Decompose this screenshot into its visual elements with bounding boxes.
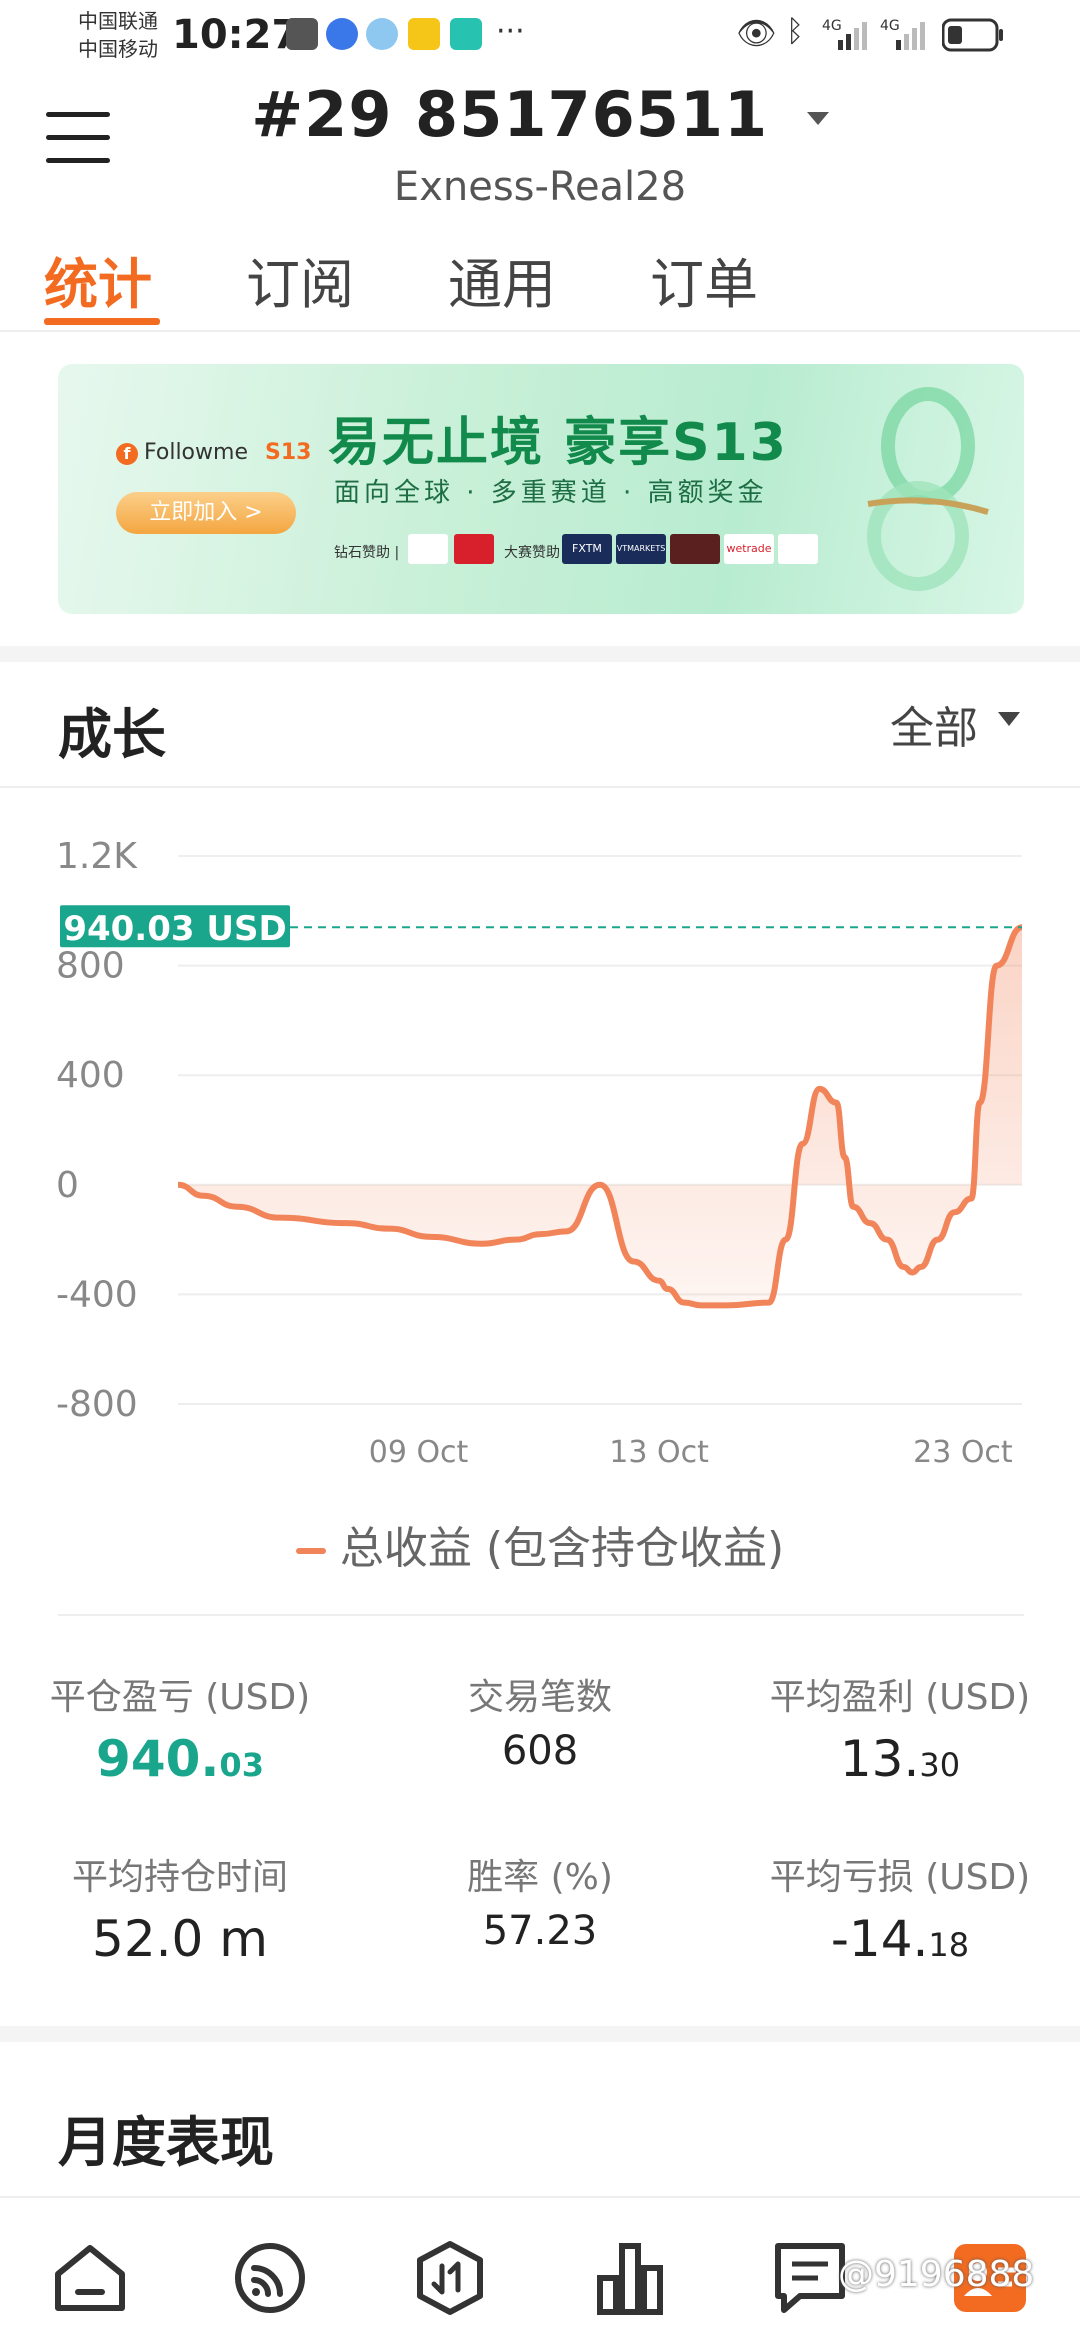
banner-subtitle: 面向全球 · 多重赛道 · 高额奖金 bbox=[334, 478, 768, 508]
stat-label-avg-loss: 平均亏损 (USD) bbox=[769, 1857, 1031, 1898]
divider bbox=[0, 786, 1080, 788]
status-bar: 中国联通 中国移动 10:27 ··· 👁 ᛒ 4G 4G bbox=[0, 0, 1080, 70]
stat-value-win-rate: 57.23 bbox=[482, 1908, 598, 1954]
stat-value-closed-pnl: 940.03 bbox=[96, 1730, 264, 1788]
account-selector[interactable]: #29 85176511 bbox=[0, 78, 1080, 151]
battery-icon bbox=[942, 18, 1003, 52]
signal-icon bbox=[838, 22, 867, 50]
home-icon[interactable] bbox=[50, 2238, 130, 2318]
stat-value-avg-loss: -14.18 bbox=[830, 1910, 970, 1968]
clock: 10:27 bbox=[172, 12, 300, 58]
tab-general[interactable]: 通用 bbox=[448, 240, 556, 319]
watermark: @9196888 bbox=[838, 2254, 1035, 2295]
monthly-performance-title: 月度表现 bbox=[58, 2111, 274, 2174]
carrier-2: 中国移动 bbox=[78, 37, 158, 61]
y-tick-label: 800 bbox=[56, 946, 125, 987]
stat-label-win-rate: 胜率 (%) bbox=[467, 1857, 613, 1898]
tab-stats[interactable]: 统计 bbox=[44, 240, 152, 319]
stat-value-avg-hold-time: 52.0 m bbox=[92, 1910, 268, 1968]
event-sponsor-label: 大赛赞助 | bbox=[504, 545, 569, 561]
account-title: #29 85176511 bbox=[251, 78, 769, 151]
weibo-icon bbox=[408, 18, 440, 50]
more-notifications-icon: ··· bbox=[496, 14, 525, 49]
carrier-1: 中国联通 bbox=[78, 9, 158, 33]
join-button[interactable]: 立即加入 > bbox=[116, 492, 296, 534]
signal-icon-2 bbox=[896, 22, 925, 50]
sponsor-logo bbox=[454, 534, 494, 564]
trophy-eight-icon bbox=[867, 387, 989, 591]
growth-chart[interactable]: 1.2K 800 400 0 -400 -800 09 Oct 13 Oct 23 Oct 940… bbox=[0, 820, 1080, 1480]
y-tick-label: 400 bbox=[56, 1055, 125, 1096]
range-select[interactable]: 全部 bbox=[890, 692, 978, 756]
chart-legend[interactable]: 总收益 (包含持仓收益) bbox=[0, 1512, 1080, 1576]
y-tick-label: -800 bbox=[56, 1384, 138, 1425]
x-tick-label: 13 Oct bbox=[609, 1435, 709, 1470]
sponsor-wetrade: wetrade bbox=[724, 534, 774, 564]
followme-logo: f Followme S13 bbox=[116, 440, 311, 465]
active-tab-indicator bbox=[44, 318, 160, 325]
bluetooth-icon: ᛒ bbox=[786, 14, 804, 49]
legend-swatch bbox=[295, 1548, 326, 1554]
bar-chart-icon[interactable] bbox=[590, 2238, 670, 2318]
signal-feed-icon[interactable] bbox=[230, 2238, 310, 2318]
y-tick-label: 0 bbox=[56, 1165, 79, 1206]
tab-orders[interactable]: 订单 bbox=[650, 240, 758, 319]
stat-label-closed-pnl: 平仓盈亏 (USD) bbox=[49, 1677, 311, 1718]
sponsor-fxtm: FXTM bbox=[562, 534, 612, 564]
banner-headline: 易无止境 豪享S13 bbox=[328, 413, 788, 473]
chevron-down-icon bbox=[806, 112, 829, 126]
sponsor-vtmarkets: VTMARKETS bbox=[616, 534, 666, 564]
weather-icon bbox=[366, 18, 398, 50]
series-line bbox=[177, 924, 1024, 1309]
baidu-icon bbox=[326, 18, 358, 50]
diamond-sponsor-label: 钻石赞助 | bbox=[334, 545, 400, 561]
y-tick-label: -400 bbox=[56, 1274, 138, 1315]
divider bbox=[58, 1614, 1024, 1616]
current-value-label: 940.03 USD bbox=[63, 909, 286, 949]
stat-value-avg-profit: 13.30 bbox=[839, 1730, 961, 1788]
stat-label-trade-count: 交易笔数 bbox=[467, 1677, 612, 1718]
section-gap bbox=[0, 646, 1080, 662]
legend-label: 总收益 (包含持仓收益) bbox=[339, 1523, 785, 1574]
x-tick-label: 23 Oct bbox=[913, 1435, 1013, 1470]
tab-subscribe[interactable]: 订阅 bbox=[246, 240, 354, 319]
section-gap bbox=[0, 2026, 1080, 2042]
app-icon bbox=[450, 18, 482, 50]
tab-divider bbox=[0, 330, 1080, 332]
chevron-down-icon bbox=[998, 712, 1020, 726]
y-tick-label: 1.2K bbox=[56, 836, 138, 877]
wallet-icon bbox=[286, 18, 318, 50]
trade-icon[interactable] bbox=[410, 2238, 490, 2318]
stat-value-trade-count: 608 bbox=[501, 1728, 579, 1774]
promo-banner[interactable]: f Followme S13 易无止境 豪享S13 面向全球 · 多重赛道 · 高… bbox=[58, 364, 1024, 614]
stat-label-avg-hold-time: 平均持仓时间 bbox=[71, 1857, 288, 1898]
sponsor-logo bbox=[408, 534, 448, 564]
eye-icon: 👁 bbox=[736, 14, 777, 52]
growth-title: 成长 bbox=[58, 703, 166, 766]
server-name: Exness-Real28 bbox=[393, 164, 687, 210]
x-tick-label: 09 Oct bbox=[369, 1435, 469, 1470]
sponsor-logo bbox=[670, 534, 720, 564]
stat-label-avg-profit: 平均盈利 (USD) bbox=[769, 1677, 1031, 1718]
sponsor-logo bbox=[778, 534, 818, 564]
